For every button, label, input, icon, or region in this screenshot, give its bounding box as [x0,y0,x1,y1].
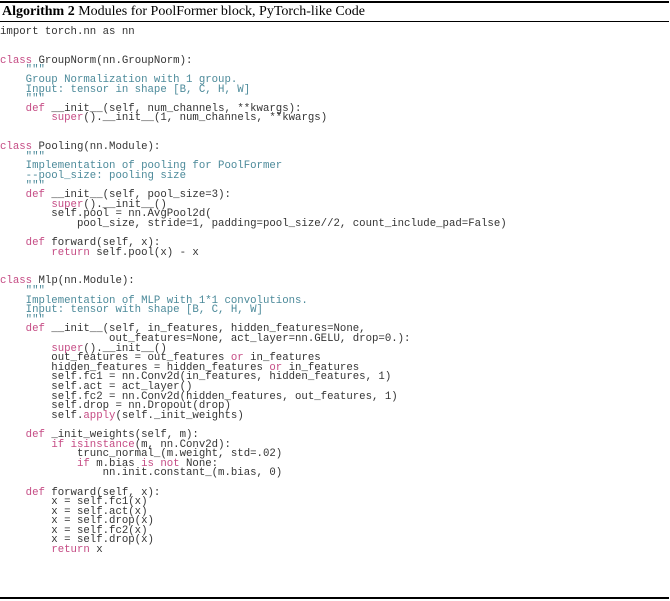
code-keyword: super [51,112,84,125]
code-keyword: return [51,246,90,259]
algorithm-block: Algorithm 2 Modules for PoolFormer block… [0,0,669,600]
caption-rule [0,21,669,22]
code-line: import torch.nn as nn [0,26,669,38]
code-text: nn.init.constant_(m.bias, 0) [0,467,283,480]
code-text: pool_size, stride=1, padding=pool_size//… [0,217,507,230]
code-line: super().__init__(1, num_channels, **kwar… [0,112,669,125]
code-line: pool_size, stride=1, padding=pool_size//… [0,217,669,230]
code-text: self.pool(x) - x [89,246,199,259]
code-line: Input: tensor with shape [B, C, H, W] [0,305,669,316]
code-line: nn.init.constant_(m.bias, 0) [0,467,669,480]
code-text: GroupNorm(nn.GroupNorm): [32,54,193,67]
code-text: self. [0,409,84,422]
algorithm-caption: Algorithm 2 Modules for PoolFormer block… [2,3,365,20]
code-keyword: return [51,544,90,557]
algorithm-label: Algorithm 2 [2,4,75,19]
code-text: Pooling(nn.Module): [32,141,161,154]
algorithm-title: Modules for PoolFormer block, PyTorch-li… [78,4,365,19]
code-listing: import torch.nn as nn class GroupNorm(nn.… [0,26,669,557]
code-line: class Pooling(nn.Module): [0,141,669,154]
code-line: return x [0,544,669,557]
code-line: --pool_size: pooling size [0,171,669,182]
code-text: x [89,544,103,557]
code-line: self.apply(self._init_weights) [0,409,669,422]
code-text: Mlp(nn.Module): [32,275,135,288]
code-text: ().__init__(1, num_channels, **kwargs) [83,112,328,125]
code-text: import torch.nn as nn [0,26,135,38]
code-line: return self.pool(x) - x [0,246,669,259]
code-keyword: apply [83,409,116,422]
bottom-rule [0,597,669,599]
code-line: class GroupNorm(nn.GroupNorm): [0,54,669,67]
code-line: Input: tensor in shape [B, C, H, W] [0,84,669,96]
code-text: (self._init_weights) [115,409,244,422]
code-line: class Mlp(nn.Module): [0,275,669,288]
